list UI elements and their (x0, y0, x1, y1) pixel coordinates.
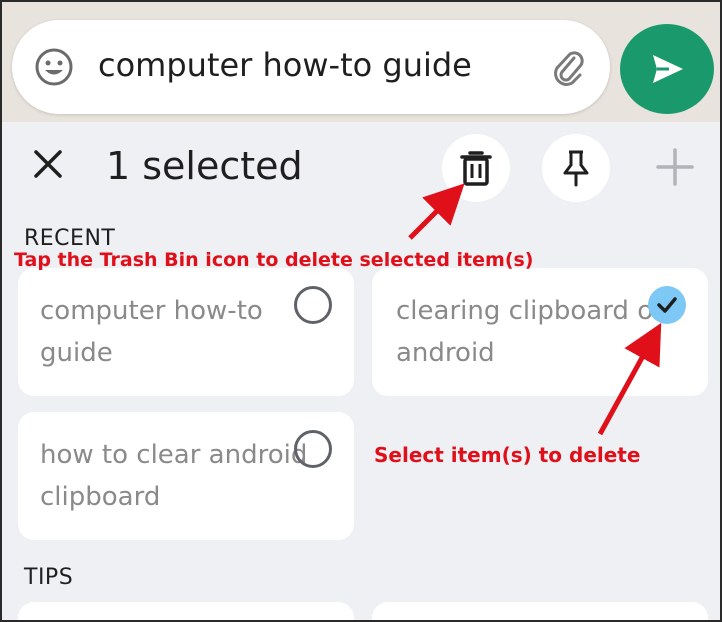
annotation-arrows (408, 183, 662, 436)
annotation-trash-hint: Tap the Trash Bin icon to delete selecte… (14, 249, 534, 271)
annotation-select-hint: Select item(s) to delete (374, 443, 641, 467)
arrow-to-checkbox (597, 322, 662, 436)
arrow-to-trash (408, 183, 465, 240)
keyboard-clipboard-screen: computer how-to guide 1 selected RECENT … (0, 0, 722, 622)
